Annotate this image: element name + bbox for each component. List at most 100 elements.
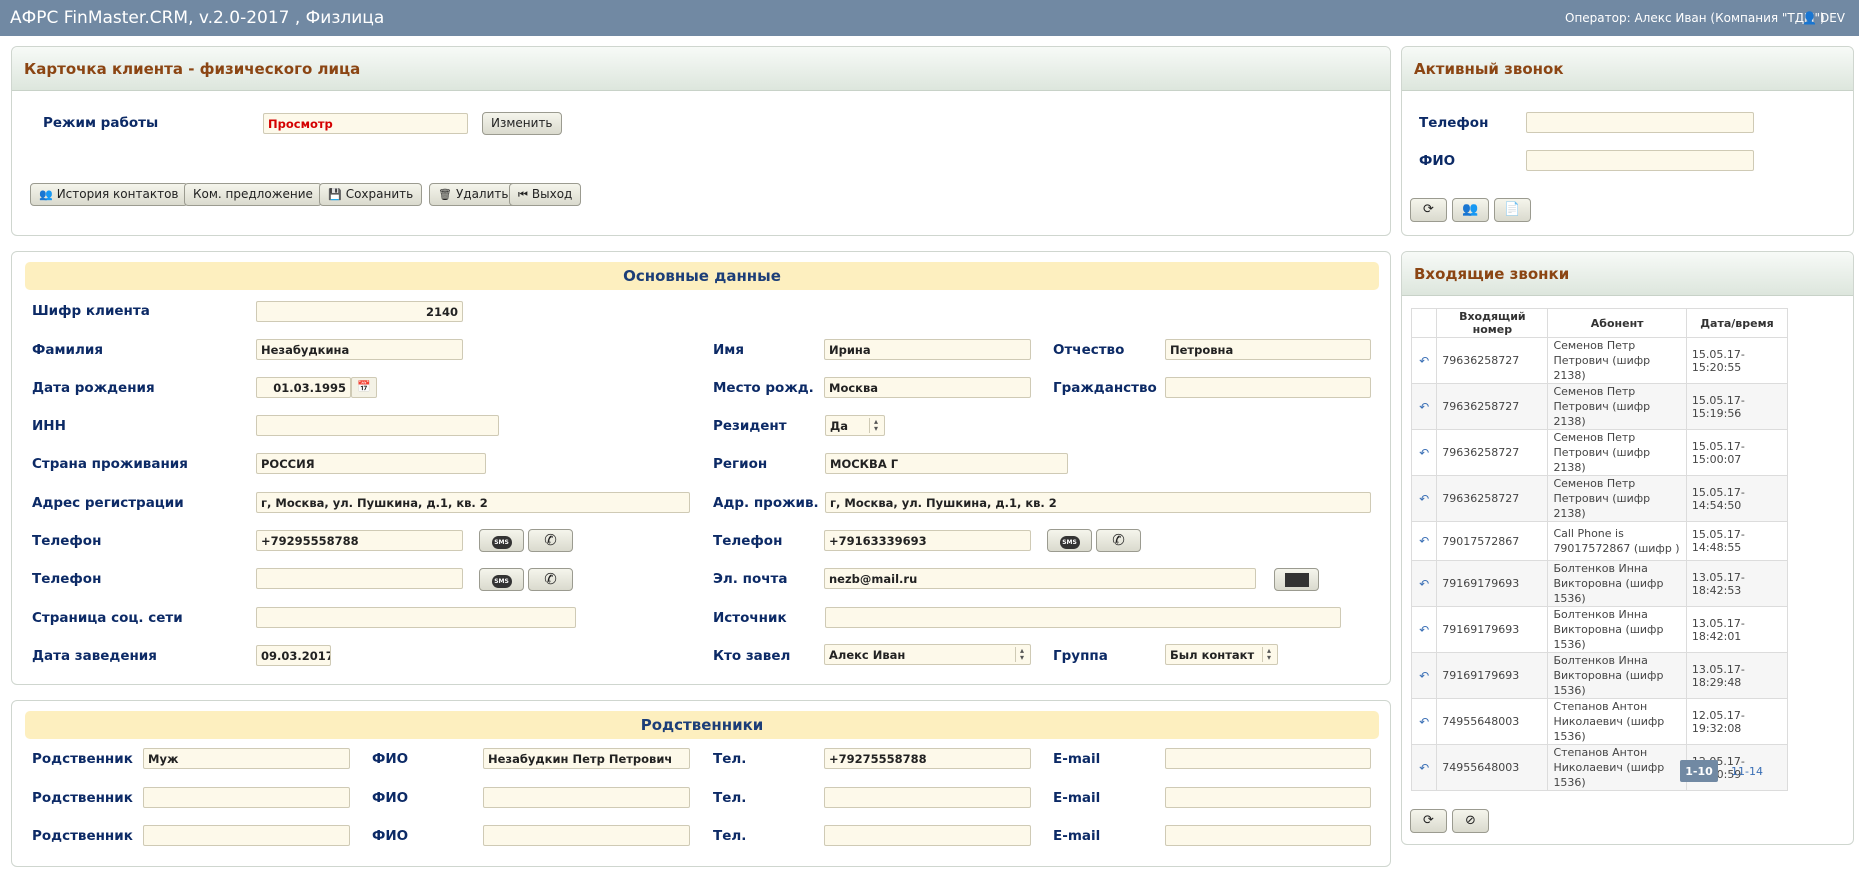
relative-field[interactable]: Муж bbox=[143, 748, 350, 769]
patronymic-field[interactable]: Петровна bbox=[1165, 339, 1371, 360]
sms-icon: SMS bbox=[491, 536, 512, 549]
contact-history-button[interactable]: 👥 История контактов bbox=[30, 183, 188, 206]
user-icon: 👤 bbox=[1802, 11, 1817, 25]
reg-address-field[interactable]: г, Москва, ул. Пушкина, д.1, кв. 2 bbox=[256, 492, 690, 513]
name-field[interactable]: Ирина bbox=[824, 339, 1031, 360]
reply-icon[interactable]: ↶ bbox=[1410, 560, 1438, 607]
creator-select[interactable]: Алекс Иван ▴ ▾ bbox=[824, 644, 1031, 665]
relative-email-field[interactable] bbox=[1165, 787, 1371, 808]
reply-icon[interactable]: ↶ bbox=[1410, 429, 1438, 476]
pager-page-next[interactable]: 11-14 bbox=[1731, 765, 1763, 778]
country-field[interactable]: РОССИЯ bbox=[256, 453, 486, 474]
relative-email-field[interactable] bbox=[1165, 825, 1371, 846]
users-icon: 👥 bbox=[39, 188, 53, 201]
client-card-title: Карточка клиента - физического лица bbox=[24, 60, 361, 78]
table-row[interactable]: ↶ 79169179693 Болтенков Инна Викторовна (ш… bbox=[1410, 652, 1789, 699]
reply-icon[interactable]: ↶ bbox=[1410, 383, 1438, 430]
surname-field[interactable]: Незабудкина bbox=[256, 339, 463, 360]
phone1-sms-button[interactable]: SMS bbox=[479, 529, 524, 552]
relative-phone-field[interactable] bbox=[824, 787, 1031, 808]
relative-email-field[interactable] bbox=[1165, 748, 1371, 769]
reply-icon[interactable]: ↶ bbox=[1410, 744, 1438, 791]
inn-field[interactable] bbox=[256, 415, 499, 436]
reply-icon[interactable]: ↶ bbox=[1410, 521, 1438, 561]
reply-icon[interactable]: ↶ bbox=[1410, 698, 1438, 745]
created-field[interactable]: 09.03.2017 bbox=[256, 645, 331, 666]
calendar-button[interactable]: 📅 bbox=[351, 377, 377, 398]
relative-phone-field[interactable]: +79275558788 bbox=[824, 748, 1031, 769]
call-subscriber: Болтенков Инна Викторовна (шифр 1536) bbox=[1547, 606, 1687, 653]
call-datetime: 13.05.17-18:42:01 bbox=[1685, 606, 1789, 653]
active-call-title: Активный звонок bbox=[1414, 60, 1564, 78]
call-datetime: 13.05.17-18:29:48 bbox=[1685, 652, 1789, 699]
commercial-offer-button[interactable]: Ком. предложение bbox=[184, 183, 322, 206]
call-number: 74955648003 bbox=[1436, 698, 1549, 745]
active-call-panel: Активный звонок Телефон ФИО ⟳ 👥 📄 bbox=[1401, 46, 1854, 236]
table-row[interactable]: ↶ 74955648003 Степанов Антон Николаевич (ш… bbox=[1410, 698, 1789, 745]
relative-fio-field[interactable]: Незабудкин Петр Петрович bbox=[483, 748, 690, 769]
table-row[interactable]: ↶ 79636258727 Семенов Петр Петрович (шифр … bbox=[1410, 475, 1789, 522]
table-row[interactable]: ↶ 79169179693 Болтенков Инна Викторовна (ш… bbox=[1410, 560, 1789, 607]
email-field[interactable]: nezb@mail.ru bbox=[824, 568, 1256, 589]
mode-field[interactable]: Просмотр bbox=[263, 113, 468, 134]
relative-field[interactable] bbox=[143, 787, 350, 808]
phone1-call-button[interactable]: ✆ bbox=[528, 529, 573, 552]
relative-field[interactable] bbox=[143, 825, 350, 846]
region-field[interactable]: МОСКВА Г bbox=[825, 453, 1068, 474]
birthdate-label: Дата рождения bbox=[32, 380, 155, 396]
phone2-sms-button[interactable]: SMS bbox=[1047, 529, 1092, 552]
active-phone-field[interactable] bbox=[1526, 112, 1754, 133]
birthdate-field[interactable]: 01.03.1995 bbox=[256, 377, 351, 398]
relative-fio-field[interactable] bbox=[483, 787, 690, 808]
chevron-updown-icon: ▴ ▾ bbox=[1262, 647, 1275, 662]
incoming-cancel-button[interactable]: ⊘ bbox=[1452, 809, 1489, 833]
phone2-field[interactable]: +79163339693 bbox=[824, 530, 1031, 551]
citizenship-field[interactable] bbox=[1165, 377, 1371, 398]
exit-button[interactable]: ⏮ Выход bbox=[509, 183, 582, 206]
call-number: 79169179693 bbox=[1436, 560, 1549, 607]
change-button[interactable]: Изменить bbox=[482, 112, 562, 135]
live-address-field[interactable]: г, Москва, ул. Пушкина, д.1, кв. 2 bbox=[825, 492, 1371, 513]
active-refresh-button[interactable]: ⟳ bbox=[1410, 198, 1447, 222]
table-row[interactable]: ↶ 79636258727 Семенов Петр Петрович (шифр … bbox=[1410, 383, 1789, 430]
user-name: DEV bbox=[1819, 11, 1845, 25]
table-row[interactable]: ↶ 79169179693 Болтенков Инна Викторовна (ш… bbox=[1410, 606, 1789, 653]
send-email-button[interactable] bbox=[1274, 568, 1319, 591]
active-fio-field[interactable] bbox=[1526, 150, 1754, 171]
source-field[interactable] bbox=[825, 607, 1341, 628]
main-data-section-title: Основные данные bbox=[25, 262, 1379, 290]
resident-select[interactable]: Да ▴ ▾ bbox=[825, 415, 885, 436]
reply-icon[interactable]: ↶ bbox=[1410, 475, 1438, 522]
operator-info: Оператор: Алекс Иван (Компания "ТДМ") bbox=[1565, 11, 1825, 25]
birthplace-field[interactable]: Москва bbox=[824, 377, 1031, 398]
reply-icon[interactable]: ↶ bbox=[1410, 606, 1438, 653]
group-select[interactable]: Был контакт ▴ ▾ bbox=[1165, 644, 1278, 665]
reply-icon[interactable]: ↶ bbox=[1410, 652, 1438, 699]
call-number: 74955648003 bbox=[1436, 744, 1549, 791]
reply-icon[interactable]: ↶ bbox=[1410, 337, 1438, 384]
incoming-calls-header: Входящие звонки bbox=[1402, 252, 1853, 296]
relative-fio-field[interactable] bbox=[483, 825, 690, 846]
phone2-label: Телефон bbox=[713, 533, 783, 549]
save-button[interactable]: 💾 Сохранить bbox=[319, 183, 423, 206]
creator-label: Кто завел bbox=[713, 648, 791, 664]
table-row[interactable]: ↶ 79636258727 Семенов Петр Петрович (шифр … bbox=[1410, 337, 1789, 384]
active-contacts-button[interactable]: 👥 bbox=[1452, 198, 1489, 222]
delete-button[interactable]: 🗑 Удалить bbox=[429, 183, 518, 206]
relative-phone-field[interactable] bbox=[824, 825, 1031, 846]
phone3-field[interactable] bbox=[256, 568, 463, 589]
phone3-label: Телефон bbox=[32, 571, 102, 587]
phone3-sms-button[interactable]: SMS bbox=[479, 568, 524, 591]
phone3-call-button[interactable]: ✆ bbox=[528, 568, 573, 591]
table-row[interactable]: ↶ 79636258727 Семенов Петр Петрович (шифр … bbox=[1410, 429, 1789, 476]
incoming-refresh-button[interactable]: ⟳ bbox=[1410, 809, 1447, 833]
relative-email-label: E-mail bbox=[1053, 751, 1101, 767]
client-code-field[interactable]: 2140 bbox=[256, 301, 463, 322]
phone1-field[interactable]: +79295558788 bbox=[256, 530, 463, 551]
social-field[interactable] bbox=[256, 607, 576, 628]
user-menu[interactable]: 👤 DEV bbox=[1802, 11, 1845, 25]
phone2-call-button[interactable]: ✆ bbox=[1096, 529, 1141, 552]
pager-page-active[interactable]: 1-10 bbox=[1680, 760, 1718, 782]
active-document-button[interactable]: 📄 bbox=[1494, 198, 1531, 222]
table-row[interactable]: ↶ 79017572867 Call Phone is 79017572867 (ш… bbox=[1410, 521, 1789, 561]
